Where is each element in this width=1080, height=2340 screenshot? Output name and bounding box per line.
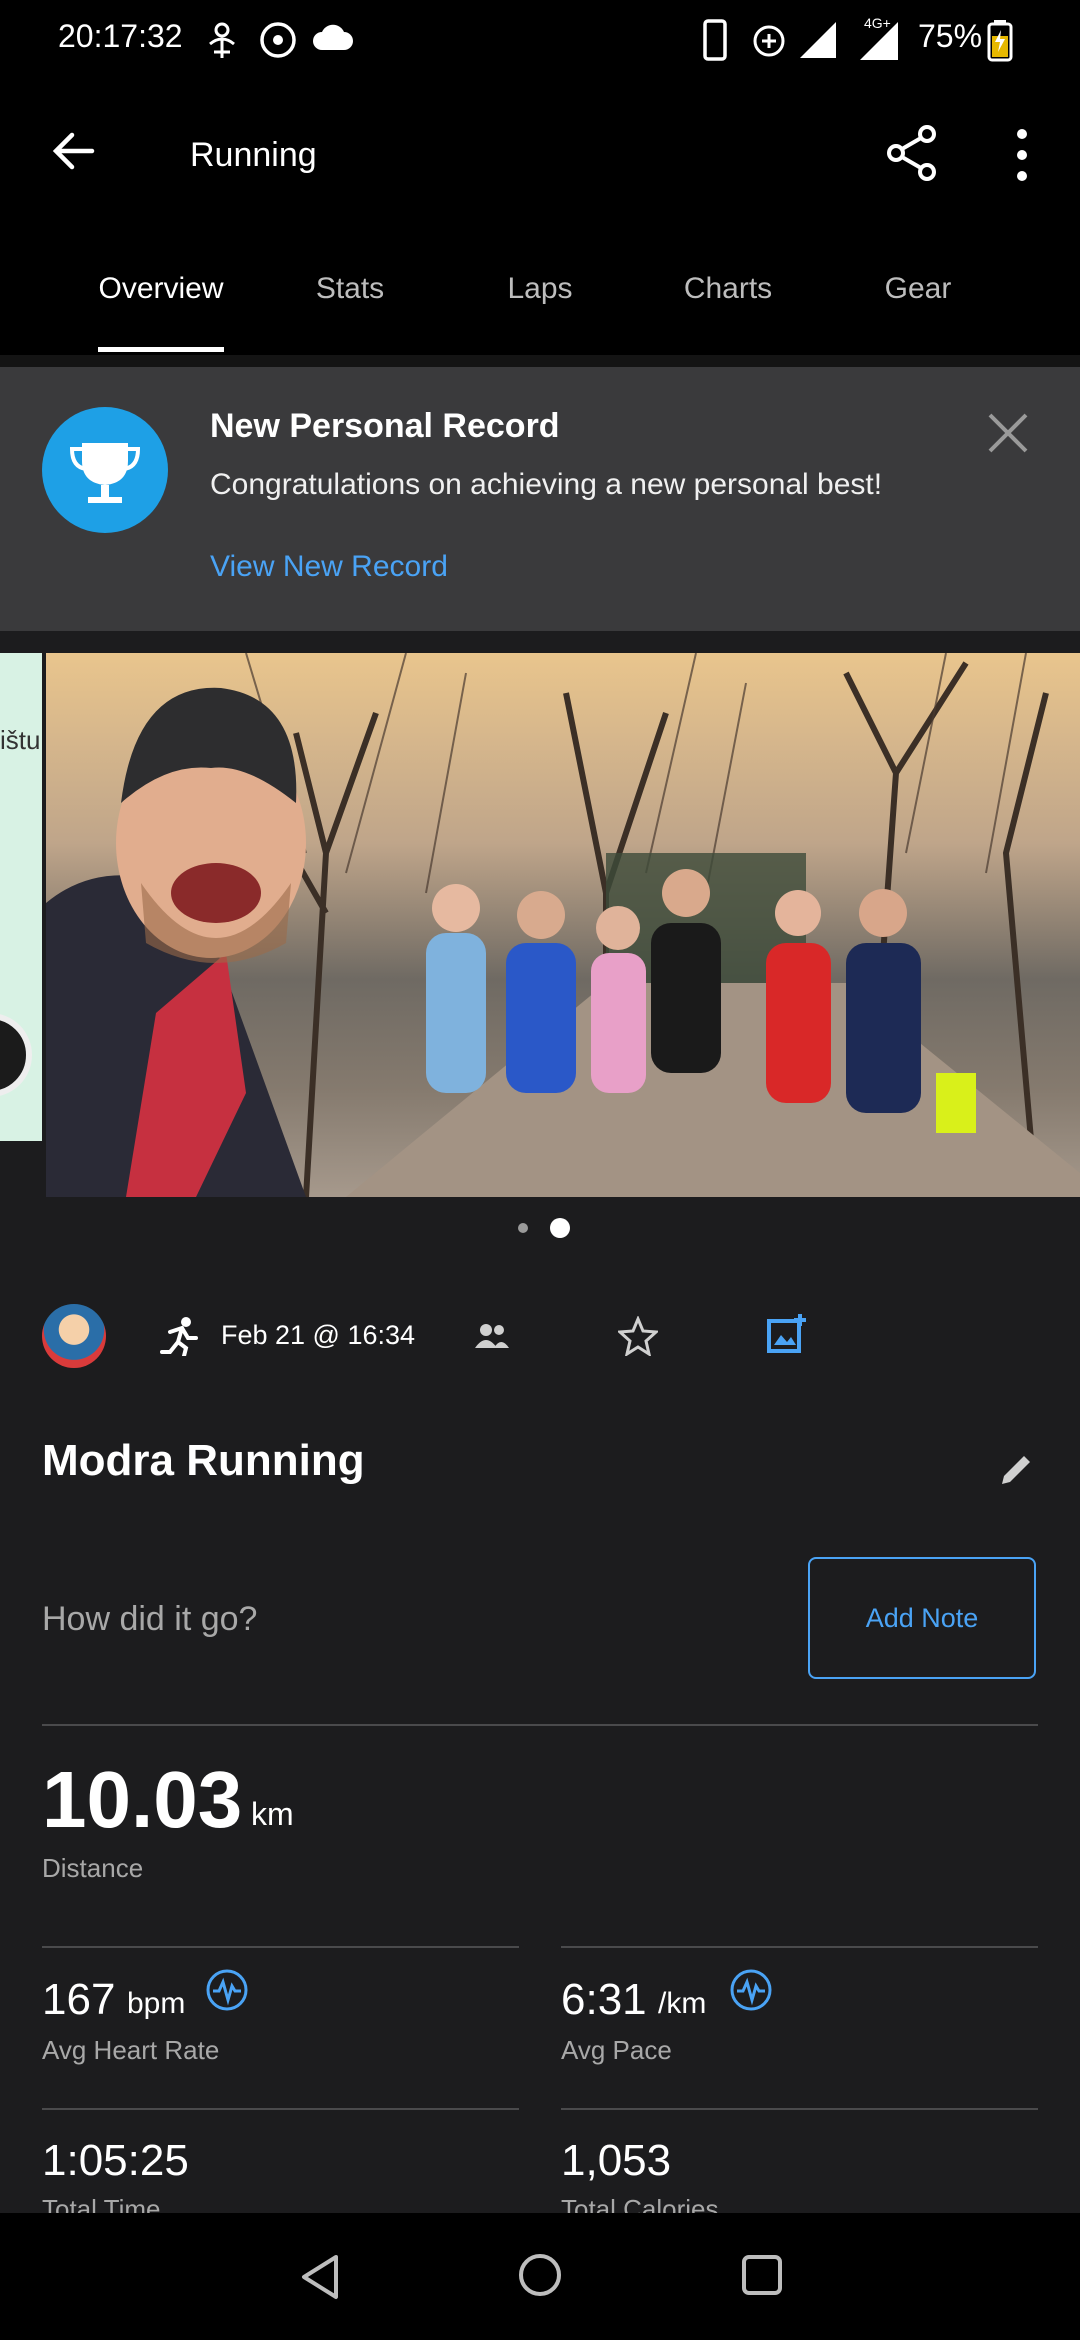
- divider: [42, 2108, 519, 2110]
- distance-label: Distance: [42, 1853, 144, 1883]
- battery-percent: 75%: [918, 18, 983, 54]
- star-icon[interactable]: [618, 1316, 658, 1356]
- page-title: Running: [190, 136, 317, 174]
- tab-stats[interactable]: Stats: [300, 272, 400, 306]
- carousel-pagination: [0, 1218, 1080, 1238]
- tab-overview[interactable]: Overview: [98, 272, 224, 306]
- personal-record-banner: New Personal Record Congratulations on a…: [0, 367, 1080, 631]
- running-icon: [160, 1317, 198, 1356]
- phone-icon: [703, 19, 727, 61]
- heart-rate-chart-icon[interactable]: [205, 1968, 249, 2012]
- divider: [0, 355, 1080, 367]
- battery-charging-icon: [987, 20, 1013, 62]
- status-time: 20:17:32: [58, 18, 183, 54]
- sync-icon: [260, 22, 296, 58]
- pace-chart-icon[interactable]: [729, 1968, 773, 2012]
- total-calories-value: 1,053: [561, 2136, 672, 2185]
- cloud-icon: [313, 24, 353, 50]
- share-icon[interactable]: [885, 124, 939, 182]
- pace-unit: /km: [658, 1987, 707, 2020]
- active-tab-indicator: [98, 347, 224, 352]
- tab-gear[interactable]: Gear: [868, 272, 968, 306]
- close-icon[interactable]: [986, 411, 1030, 455]
- spacer: [0, 631, 1080, 653]
- tab-bar: Overview Stats Laps Charts Gear: [0, 230, 1080, 355]
- group-photo-image: [46, 653, 1080, 1197]
- signal-4g-icon: 4G+: [860, 15, 898, 60]
- fitness-tracker-icon: [209, 22, 235, 58]
- divider: [561, 2108, 1038, 2110]
- edit-icon[interactable]: [998, 1452, 1034, 1488]
- pace-value: 6:31: [561, 1975, 647, 2024]
- signal-icon: [800, 22, 836, 58]
- pace-label: Avg Pace: [561, 2035, 672, 2065]
- distance-unit: km: [251, 1796, 294, 1832]
- map-marker: [0, 1013, 32, 1097]
- nav-home-icon[interactable]: [516, 2251, 564, 2299]
- svg-text:4G+: 4G+: [864, 15, 891, 31]
- note-prompt[interactable]: How did it go?: [42, 1600, 257, 1639]
- group-icon[interactable]: [474, 1322, 510, 1350]
- app-bar: Running: [0, 80, 1080, 230]
- activity-date: Feb 21 @ 16:34: [221, 1320, 416, 1350]
- total-time-value: 1:05:25: [42, 2136, 189, 2185]
- back-arrow-icon[interactable]: [50, 128, 96, 174]
- data-saver-icon: [753, 25, 785, 57]
- status-bar: 20:17:32 4G+ 75%: [0, 0, 1080, 80]
- more-options-icon[interactable]: [1012, 128, 1032, 182]
- divider: [42, 1724, 1038, 1726]
- system-navigation-bar: [0, 2213, 1080, 2340]
- trophy-icon: [69, 443, 141, 503]
- add-note-button[interactable]: Add Note: [808, 1557, 1036, 1679]
- nav-back-icon[interactable]: [298, 2253, 342, 2301]
- view-record-link[interactable]: View New Record: [210, 550, 448, 584]
- add-photo-icon[interactable]: [766, 1312, 808, 1354]
- heart-rate-unit: bpm: [127, 1987, 186, 2020]
- tab-charts[interactable]: Charts: [668, 272, 788, 306]
- tab-laps[interactable]: Laps: [490, 272, 590, 306]
- avatar[interactable]: [42, 1304, 106, 1368]
- divider: [561, 1946, 1038, 1948]
- divider: [42, 1946, 519, 1948]
- banner-subtitle: Congratulations on achieving a new perso…: [210, 468, 883, 501]
- activity-title: Modra Running: [42, 1436, 365, 1485]
- map-label: ištu: [0, 725, 41, 755]
- heart-rate-value: 167: [42, 1975, 116, 2024]
- map-thumbnail[interactable]: ištu: [0, 653, 42, 1141]
- activity-photo[interactable]: [46, 653, 1080, 1197]
- nav-recents-icon[interactable]: [740, 2253, 784, 2297]
- heart-rate-label: Avg Heart Rate: [42, 2035, 220, 2065]
- banner-title: New Personal Record: [210, 407, 560, 445]
- trophy-badge: [42, 407, 168, 533]
- distance-value: 10.03: [42, 1755, 243, 1844]
- pagination-dots: [518, 1218, 570, 1238]
